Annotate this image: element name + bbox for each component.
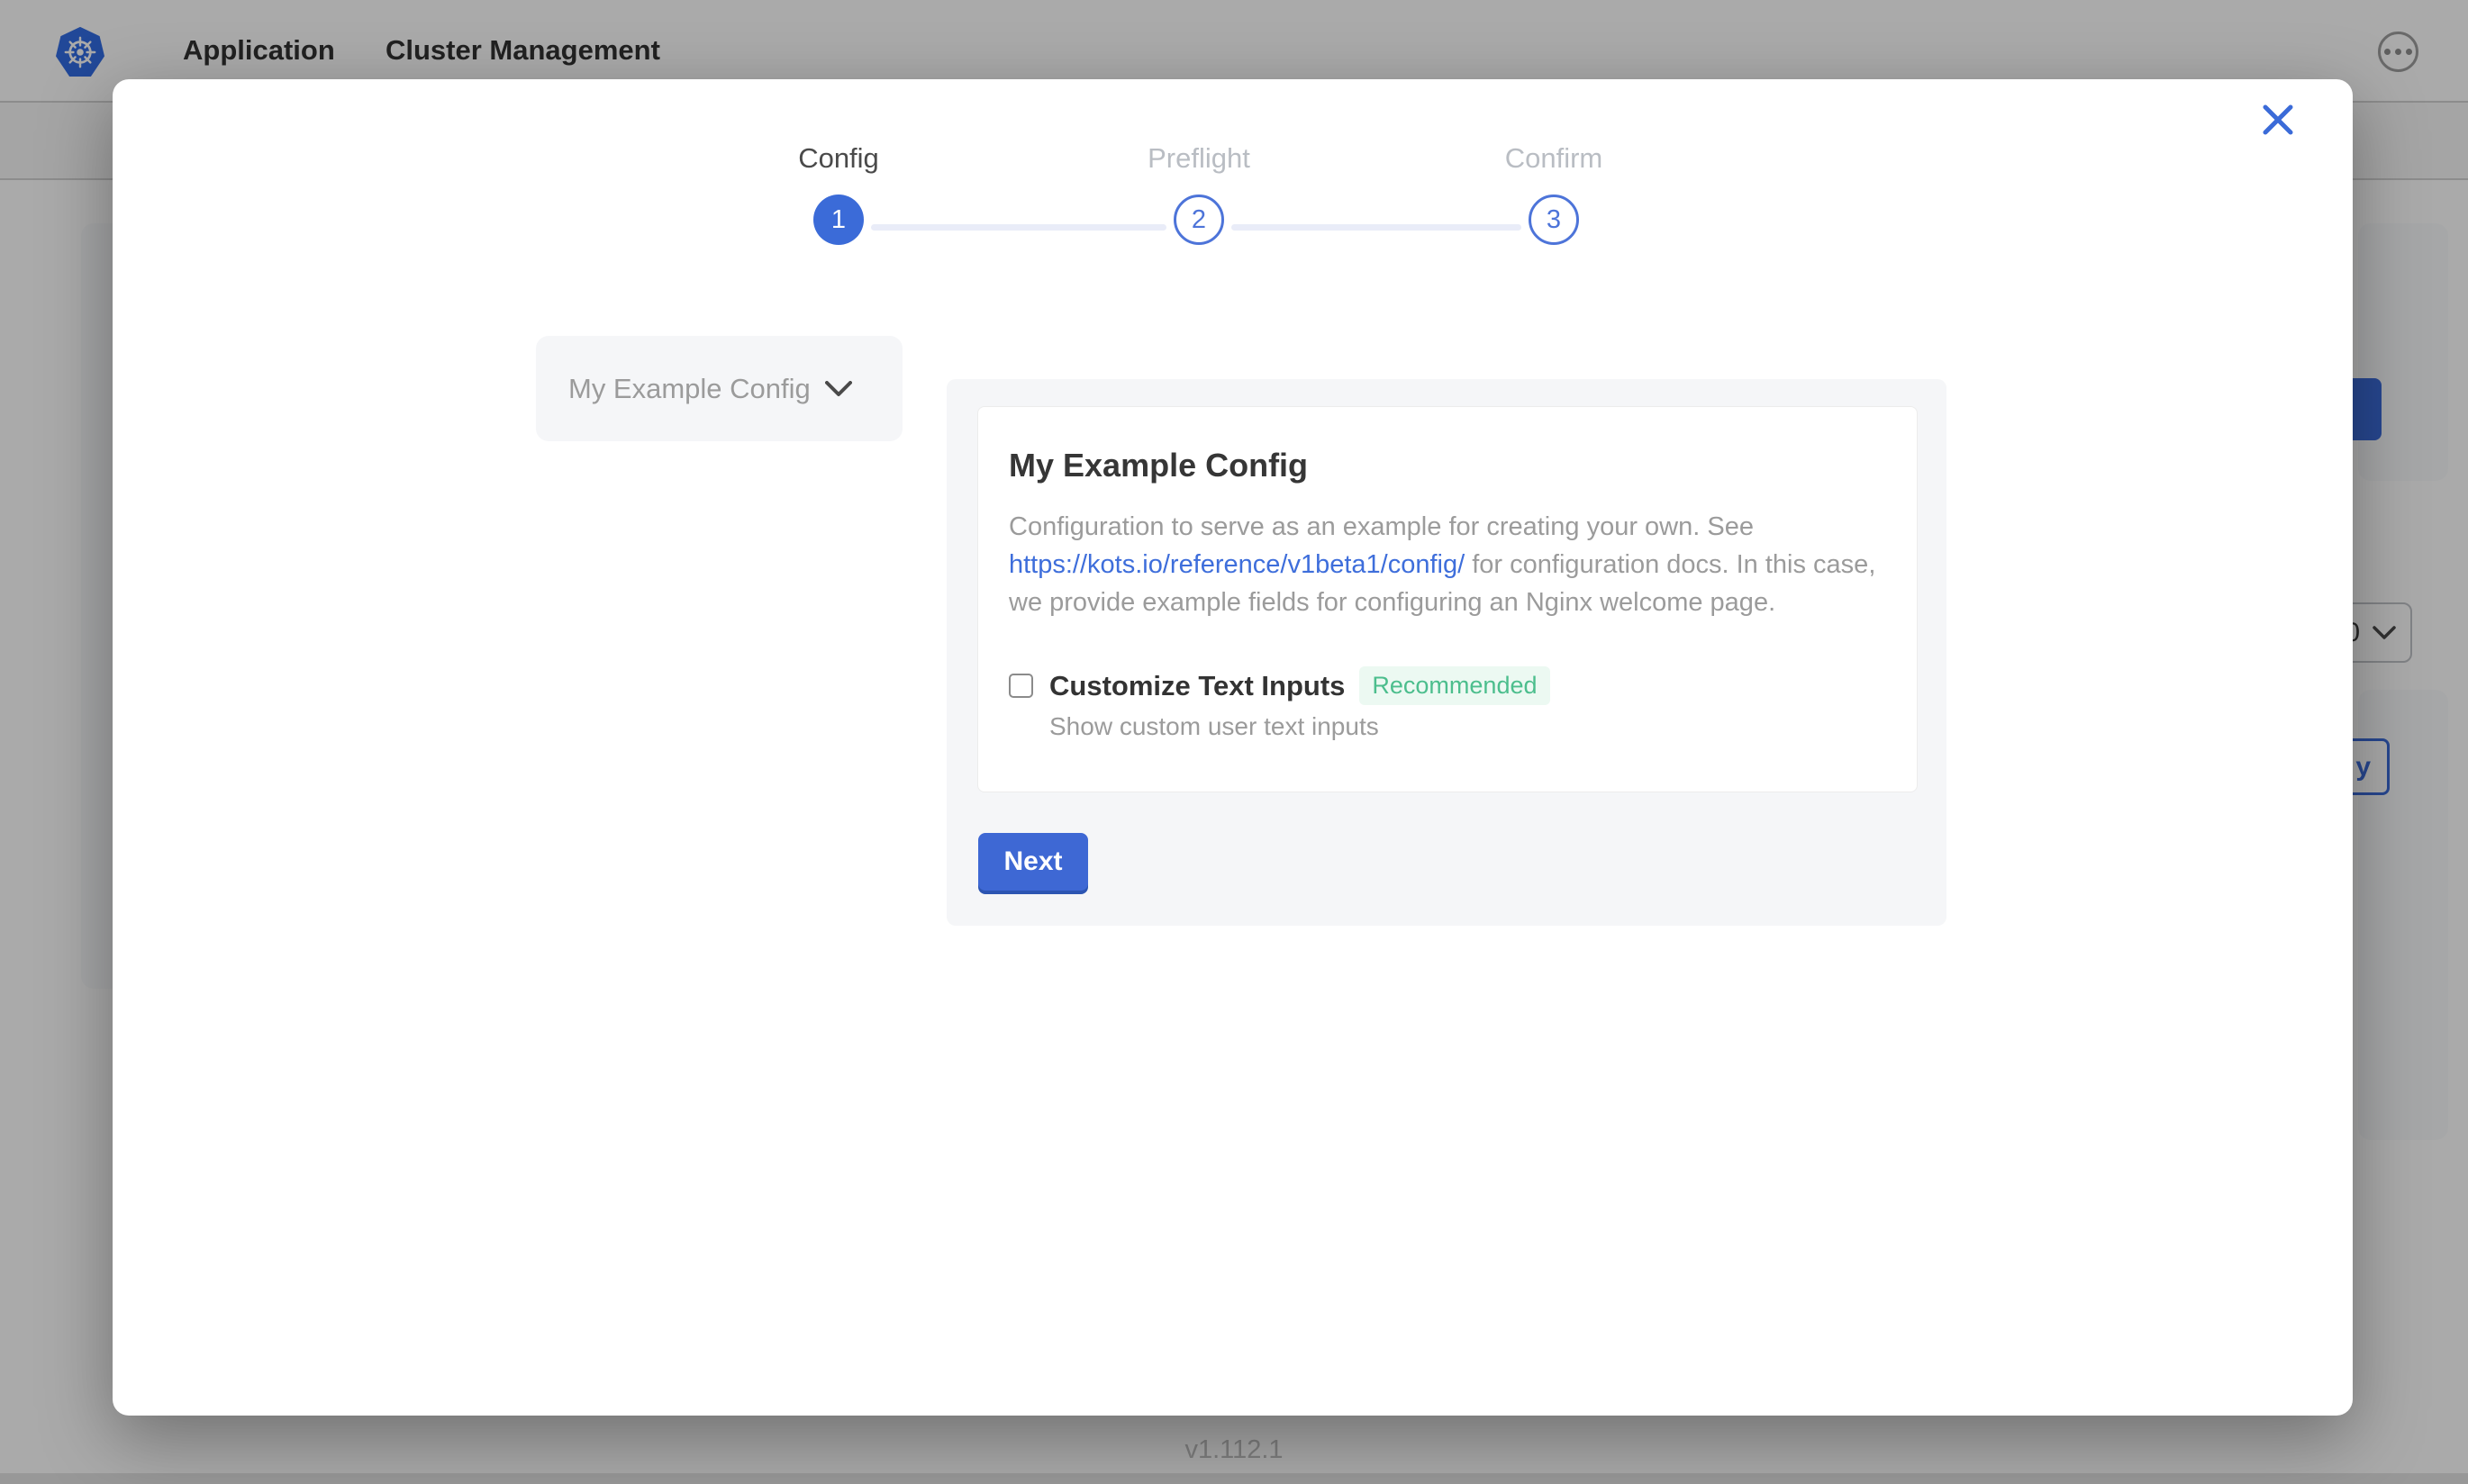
step-label: Preflight	[1064, 142, 1334, 175]
step-label: Confirm	[1419, 142, 1689, 175]
config-group-description: Configuration to serve as an example for…	[1009, 508, 1886, 621]
step-confirm: Confirm 3	[1419, 142, 1689, 245]
config-wizard-modal: Config 1 Preflight 2 Confirm 3 My Exampl…	[113, 79, 2353, 1416]
config-docs-link[interactable]: https://kots.io/reference/v1beta1/config…	[1009, 550, 1465, 579]
step-number: 2	[1174, 195, 1224, 245]
description-text: for configuration docs. In this case,	[1465, 550, 1875, 579]
config-panel: My Example Config Configuration to serve…	[947, 379, 1946, 926]
config-group-label: My Example Config	[568, 373, 811, 405]
next-button[interactable]: Next	[978, 833, 1088, 891]
description-text: we provide example fields for configurin…	[1009, 588, 1775, 617]
config-group-dropdown[interactable]: My Example Config	[536, 336, 903, 441]
screen: Application Cluster Management 0 y v1.11…	[0, 0, 2468, 1484]
checkbox-row: Customize Text Inputs Recommended	[1009, 666, 1886, 705]
config-group-card: My Example Config Configuration to serve…	[977, 406, 1918, 792]
customize-text-inputs-checkbox[interactable]	[1009, 674, 1033, 698]
close-icon[interactable]	[2256, 99, 2300, 142]
step-number: 1	[813, 195, 864, 245]
checkbox-label: Customize Text Inputs	[1049, 670, 1345, 702]
step-label: Config	[703, 142, 974, 175]
chevron-down-icon	[825, 381, 852, 397]
config-group-title: My Example Config	[1009, 447, 1886, 484]
checkbox-help-text: Show custom user text inputs	[1049, 712, 1886, 741]
step-number: 3	[1529, 195, 1579, 245]
description-text: Configuration to serve as an example for…	[1009, 512, 1754, 541]
recommended-badge: Recommended	[1359, 666, 1549, 705]
